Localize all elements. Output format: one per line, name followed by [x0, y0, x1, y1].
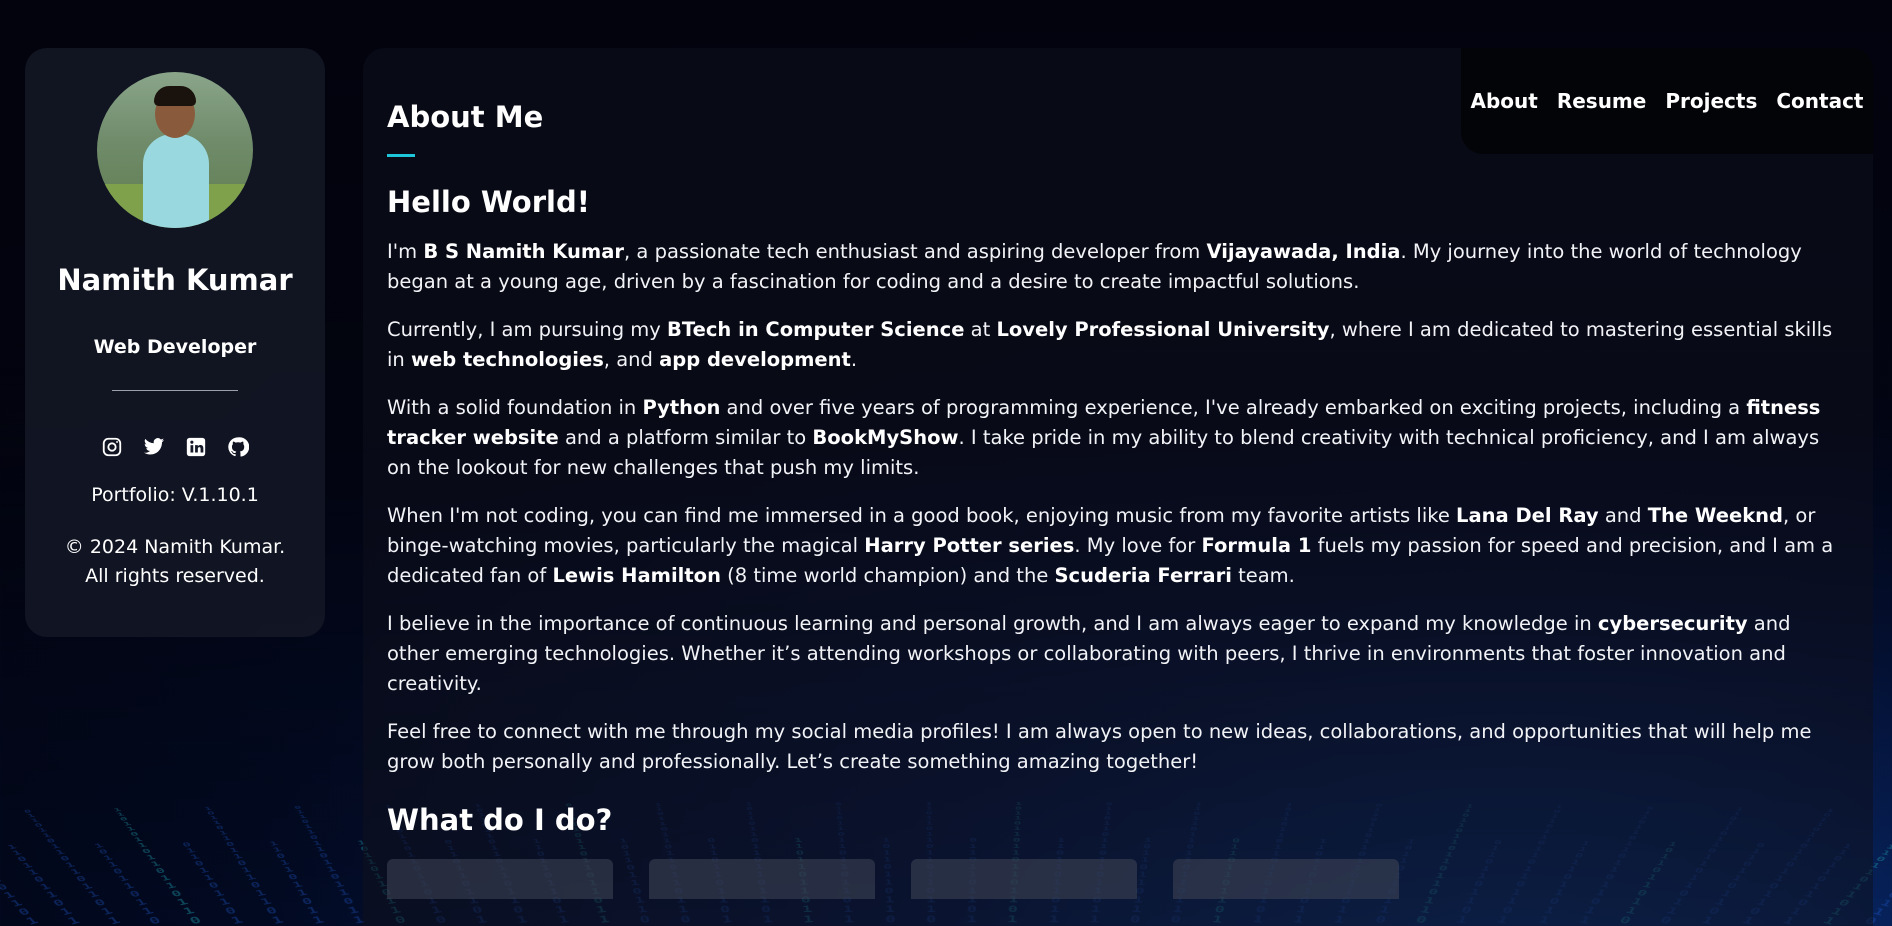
profile-name: Namith Kumar	[57, 263, 293, 297]
instagram-icon[interactable]	[101, 436, 123, 458]
about-paragraph-5: I believe in the importance of continuou…	[387, 612, 1791, 695]
service-card	[911, 859, 1137, 899]
profile-sidebar: Namith Kumar Web Developer Portfolio: V.…	[25, 48, 325, 637]
portfolio-version: Portfolio: V.1.10.1	[91, 484, 259, 506]
copyright-line-2: All rights reserved.	[85, 565, 265, 587]
greeting-heading: Hello World!	[387, 185, 590, 219]
avatar	[97, 72, 253, 228]
github-icon[interactable]	[227, 436, 250, 458]
social-links	[25, 436, 325, 458]
what-do-i-do-heading: What do I do?	[387, 803, 613, 837]
avatar-person-hair	[154, 86, 196, 106]
linkedin-icon[interactable]	[185, 436, 207, 458]
copyright: © 2024 Namith Kumar. All rights reserved…	[25, 533, 325, 591]
profile-role: Web Developer	[93, 336, 257, 358]
avatar-person-body	[143, 134, 209, 228]
service-card	[387, 859, 613, 899]
about-title: About Me	[387, 100, 544, 134]
about-paragraph-1: I'm B S Namith Kumar, a passionate tech …	[387, 240, 1802, 293]
service-card	[1173, 859, 1399, 899]
copyright-line-1: © 2024 Namith Kumar.	[64, 536, 286, 558]
about-section: About Me Hello World! I'm B S Namith Kum…	[387, 100, 1847, 899]
about-paragraph-6: Feel free to connect with me through my …	[387, 720, 1812, 773]
about-paragraph-4: When I'm not coding, you can find me imm…	[387, 504, 1834, 587]
title-accent-bar	[387, 154, 415, 157]
service-card	[649, 859, 875, 899]
sidebar-divider	[112, 390, 238, 391]
main-panel: About Resume Projects Contact About Me H…	[363, 48, 1873, 926]
about-paragraph-2: Currently, I am pursuing my BTech in Com…	[387, 318, 1833, 371]
about-paragraph-3: With a solid foundation in Python and ov…	[387, 396, 1821, 479]
services-cards	[387, 859, 1847, 899]
twitter-icon[interactable]	[143, 436, 165, 458]
